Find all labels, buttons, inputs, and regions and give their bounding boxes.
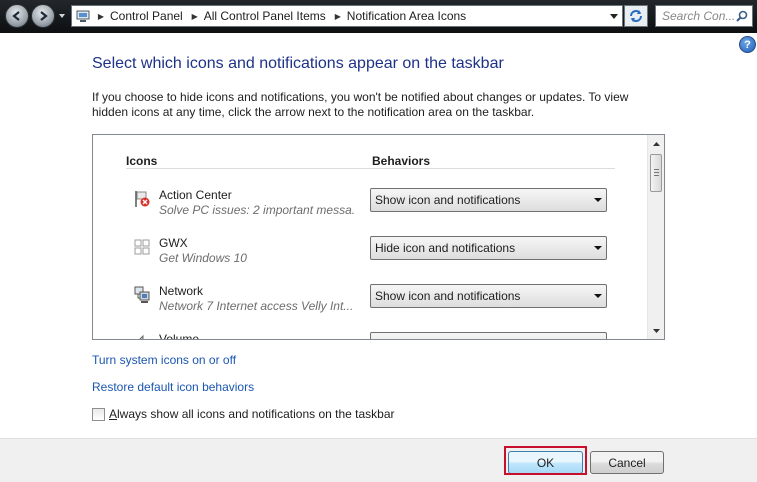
always-show-all-label[interactable]: Always show all icons and notifications … (109, 407, 395, 421)
speaker-icon (139, 334, 144, 339)
behavior-value: Show icon and notifications (375, 193, 521, 207)
forward-button[interactable] (31, 4, 55, 28)
windows-logo-icon (134, 239, 150, 255)
action-center-flag-icon (135, 191, 150, 207)
item-subtitle: Get Windows 10 (159, 251, 247, 265)
item-subtitle: Network 7 Internet access Velly Int... (159, 299, 354, 313)
search-input[interactable] (656, 9, 734, 23)
breadcrumb-arrow-icon[interactable]: ▶ (331, 12, 345, 21)
back-button[interactable] (5, 4, 29, 28)
breadcrumb-control-panel[interactable]: Control Panel (108, 9, 188, 23)
behavior-value: Show icon and notifications (375, 289, 521, 303)
search-box[interactable] (655, 5, 753, 27)
address-toolbar: ▶ Control Panel ▶ All Control Panel Item… (0, 0, 757, 33)
back-arrow-icon (12, 11, 20, 21)
icons-list: Icons Behaviors Action Center Solve PC i… (92, 134, 665, 340)
behavior-select[interactable] (370, 332, 607, 339)
help-icon[interactable]: ? (739, 36, 756, 53)
vertical-scrollbar[interactable] (647, 135, 664, 339)
column-header-icons: Icons (126, 154, 158, 168)
address-bar[interactable]: ▶ Control Panel ▶ All Control Panel Item… (71, 5, 623, 27)
ok-button-highlight (504, 446, 587, 475)
list-item-gwx: GWX Get Windows 10 Hide icon and notific… (93, 236, 648, 284)
address-dropdown-icon[interactable] (605, 6, 622, 26)
turn-system-icons-link[interactable]: Turn system icons on or off (92, 353, 236, 367)
cancel-button[interactable]: Cancel (590, 451, 664, 474)
breadcrumb-arrow-icon[interactable]: ▶ (94, 12, 108, 21)
scroll-up-icon[interactable] (648, 135, 664, 152)
item-subtitle: Solve PC issues: 2 important messa... (159, 203, 354, 217)
page-description: If you choose to hide icons and notifica… (92, 90, 629, 119)
forward-arrow-icon (40, 11, 48, 21)
item-name: Action Center (159, 188, 232, 202)
behavior-select[interactable]: Show icon and notifications (370, 284, 607, 308)
item-name: Network (159, 284, 204, 298)
behavior-value: Hide icon and notifications (375, 241, 516, 255)
item-name: GWX (159, 236, 188, 250)
always-show-all-checkbox[interactable] (92, 407, 105, 421)
recent-pages-dropdown[interactable] (58, 12, 66, 20)
breadcrumb-notification-area-icons[interactable]: Notification Area Icons (345, 9, 471, 23)
always-show-all-option[interactable]: Always show all icons and notifications … (92, 407, 395, 421)
scrollbar-thumb[interactable] (650, 154, 662, 192)
column-header-behaviors: Behaviors (372, 154, 431, 168)
breadcrumb-all-items[interactable]: All Control Panel Items (202, 9, 331, 23)
dropdown-arrow-icon (594, 246, 602, 250)
dropdown-arrow-icon (594, 198, 602, 202)
page-title: Select which icons and notifications app… (92, 55, 504, 72)
behavior-select[interactable]: Hide icon and notifications (370, 236, 607, 260)
refresh-button[interactable] (624, 5, 648, 27)
dropdown-arrow-icon (594, 294, 602, 298)
list-item-volume: Volume (93, 332, 648, 340)
scroll-down-icon[interactable] (648, 322, 664, 339)
dialog-footer: OK Cancel (0, 438, 757, 482)
header-divider (126, 168, 615, 169)
item-name: Volume (159, 332, 200, 340)
refresh-icon (630, 10, 642, 22)
list-item-action-center: Action Center Solve PC issues: 2 importa… (93, 188, 648, 236)
list-item-network: Network Network 7 Internet access Velly … (93, 284, 648, 332)
search-icon[interactable] (734, 10, 750, 22)
breadcrumb-arrow-icon[interactable]: ▶ (188, 12, 202, 21)
network-icon (134, 286, 150, 303)
control-panel-icon (72, 6, 94, 26)
restore-defaults-link[interactable]: Restore default icon behaviors (92, 380, 254, 394)
behavior-select[interactable]: Show icon and notifications (370, 188, 607, 212)
